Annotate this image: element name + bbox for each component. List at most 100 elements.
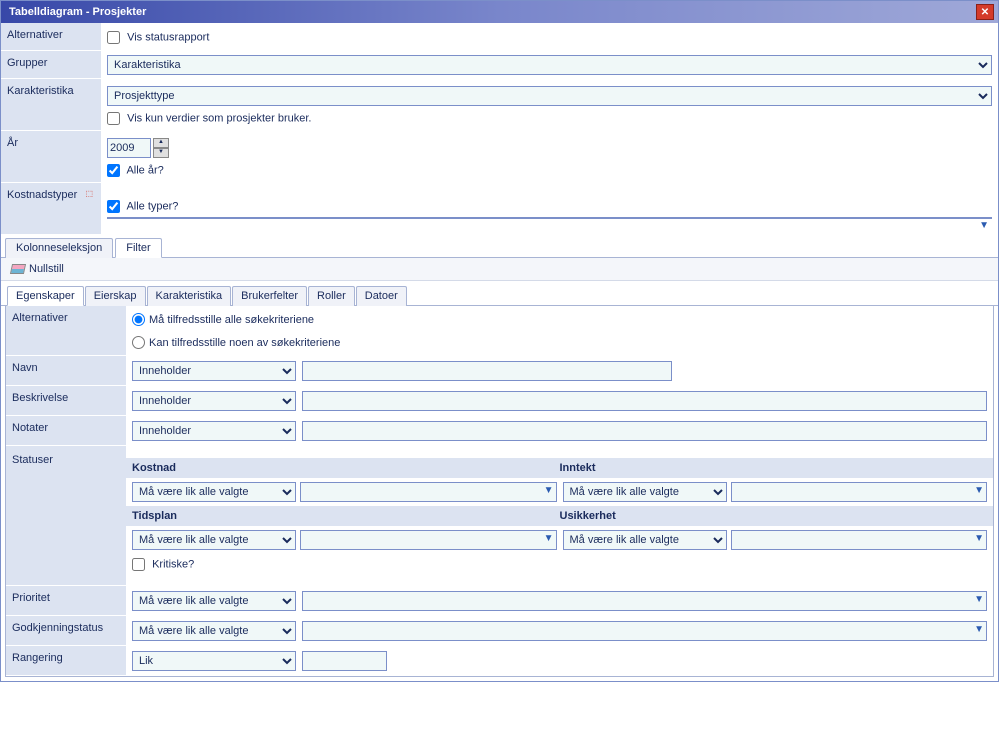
filter-row-statuser: Statuser Kostnad Inntekt Må være lik all… <box>6 446 993 586</box>
filter-label-rangering: Rangering <box>6 646 126 676</box>
prioritet-op-select[interactable]: Må være lik alle valgte <box>132 591 296 611</box>
status-header-1: Kostnad Inntekt <box>126 458 993 478</box>
navn-op-select[interactable]: Inneholder <box>132 361 296 381</box>
filter-toolbar: Nullstill <box>1 258 998 281</box>
chevron-down-icon: ▼ <box>974 533 984 544</box>
filter-label-alternativer: Alternativer <box>6 306 126 356</box>
notater-input[interactable] <box>302 421 987 441</box>
beskrivelse-op-select[interactable]: Inneholder <box>132 391 296 411</box>
label-alternativer: Alternativer <box>1 23 101 51</box>
kritiske-checkbox[interactable] <box>132 558 145 571</box>
filter-label-navn: Navn <box>6 356 126 386</box>
kritiske-label[interactable]: Kritiske? <box>132 558 194 571</box>
label-kostnadstyper: Kostnadstyper ⬚ <box>1 183 101 235</box>
chevron-down-icon: ▼ <box>544 485 554 496</box>
usikkerhet-value-dropdown[interactable]: ▼ <box>731 530 988 550</box>
alle-aar-label[interactable]: Alle år? <box>107 164 164 177</box>
kostnad-op-select[interactable]: Må være lik alle valgte <box>132 482 296 502</box>
tab-kolonneseleksjon[interactable]: Kolonneseleksjon <box>5 238 113 258</box>
radio-noen-label[interactable]: Kan tilfredsstille noen av søkekriterien… <box>132 336 340 349</box>
filter-label-notater: Notater <box>6 416 126 446</box>
close-button[interactable]: ✕ <box>976 4 994 20</box>
filter-row-beskrivelse: Beskrivelse Inneholder <box>6 386 993 416</box>
filter-panel: Alternativer Må tilfredsstille alle søke… <box>5 306 994 677</box>
titlebar: Tabelldiagram - Prosjekter ✕ <box>1 1 998 23</box>
radio-alle-label[interactable]: Må tilfredsstille alle søkekriteriene <box>132 313 314 326</box>
subtab-datoer[interactable]: Datoer <box>356 286 407 306</box>
filter-row-godkjenning: Godkjenningstatus Må være lik alle valgt… <box>6 616 993 646</box>
eraser-icon <box>10 264 26 274</box>
navn-input[interactable] <box>302 361 672 381</box>
filter-label-beskrivelse: Beskrivelse <box>6 386 126 416</box>
status-col-usikkerhet: Usikkerhet <box>560 510 988 522</box>
subtab-eierskap[interactable]: Eierskap <box>85 286 146 306</box>
inntekt-value-dropdown[interactable]: ▼ <box>731 482 988 502</box>
tab-filter[interactable]: Filter <box>115 238 161 258</box>
prioritet-value-dropdown[interactable]: ▼ <box>302 591 987 611</box>
filter-row-prioritet: Prioritet Må være lik alle valgte ▼ <box>6 586 993 616</box>
filter-label-godkjenning: Godkjenningstatus <box>6 616 126 646</box>
row-aar: År ▲ ▼ Alle år? <box>1 131 998 183</box>
chevron-down-icon: ▼ <box>544 533 554 544</box>
rangering-input[interactable] <box>302 651 387 671</box>
notater-op-select[interactable]: Inneholder <box>132 421 296 441</box>
chevron-down-icon: ▼ <box>974 594 984 605</box>
subtab-roller[interactable]: Roller <box>308 286 355 306</box>
filter-row-notater: Notater Inneholder <box>6 416 993 446</box>
tidsplan-value-dropdown[interactable]: ▼ <box>300 530 557 550</box>
aar-spin-up[interactable]: ▲ <box>153 138 169 148</box>
required-marker-icon: ⬚ <box>85 189 93 198</box>
nullstill-button[interactable]: Nullstill <box>7 261 68 277</box>
label-karakteristika: Karakteristika <box>1 79 101 131</box>
subtab-egenskaper[interactable]: Egenskaper <box>7 286 84 306</box>
tidsplan-op-select[interactable]: Må være lik alle valgte <box>132 530 296 550</box>
inntekt-op-select[interactable]: Må være lik alle valgte <box>563 482 727 502</box>
vis-statusrapport-checkbox[interactable] <box>107 31 120 44</box>
kostnadstyper-dropdown[interactable]: ▼ <box>107 217 992 219</box>
aar-spin-down[interactable]: ▼ <box>153 148 169 158</box>
row-grupper: Grupper Karakteristika <box>1 51 998 79</box>
label-aar: År <box>1 131 101 183</box>
subtab-brukerfelter[interactable]: Brukerfelter <box>232 286 307 306</box>
chevron-down-icon: ▼ <box>974 485 984 496</box>
status-col-tidsplan: Tidsplan <box>132 510 560 522</box>
filter-label-statuser: Statuser <box>6 446 126 586</box>
filter-sub-tabs: Egenskaper Eierskap Karakteristika Bruke… <box>1 285 998 306</box>
kostnad-value-dropdown[interactable]: ▼ <box>300 482 557 502</box>
rangering-op-select[interactable]: Lik <box>132 651 296 671</box>
window-title: Tabelldiagram - Prosjekter <box>5 6 146 18</box>
alle-typer-label[interactable]: Alle typer? <box>107 200 992 213</box>
chevron-down-icon: ▼ <box>979 220 989 231</box>
form-body: Alternativer Vis statusrapport Grupper K… <box>1 23 998 677</box>
alle-aar-checkbox[interactable] <box>107 164 120 177</box>
godkjenning-value-dropdown[interactable]: ▼ <box>302 621 987 641</box>
row-karakteristika: Karakteristika Prosjekttype Vis kun verd… <box>1 79 998 131</box>
subtab-karakteristika[interactable]: Karakteristika <box>147 286 232 306</box>
main-tabs: Kolonneseleksjon Filter <box>1 237 998 258</box>
aar-spinner: ▲ ▼ <box>153 138 169 158</box>
main-window: Tabelldiagram - Prosjekter ✕ Alternative… <box>0 0 999 682</box>
usikkerhet-op-select[interactable]: Må være lik alle valgte <box>563 530 727 550</box>
aar-input[interactable] <box>107 138 151 158</box>
grupper-select[interactable]: Karakteristika <box>107 55 992 75</box>
status-header-2: Tidsplan Usikkerhet <box>126 506 993 526</box>
alle-typer-checkbox[interactable] <box>107 200 120 213</box>
filter-row-alternativer: Alternativer Må tilfredsstille alle søke… <box>6 306 993 356</box>
radio-alle[interactable] <box>132 313 145 326</box>
filter-row-rangering: Rangering Lik <box>6 646 993 676</box>
vis-kun-checkbox[interactable] <box>107 112 120 125</box>
radio-noen[interactable] <box>132 336 145 349</box>
close-icon: ✕ <box>981 7 989 18</box>
row-kostnadstyper: Kostnadstyper ⬚ Alle typer? ▼ <box>1 183 998 235</box>
vis-kun-label[interactable]: Vis kun verdier som prosjekter bruker. <box>107 112 992 125</box>
label-grupper: Grupper <box>1 51 101 79</box>
beskrivelse-input[interactable] <box>302 391 987 411</box>
status-col-inntekt: Inntekt <box>560 462 988 474</box>
row-alternativer: Alternativer Vis statusrapport <box>1 23 998 51</box>
filter-row-navn: Navn Inneholder <box>6 356 993 386</box>
status-col-kostnad: Kostnad <box>132 462 560 474</box>
karakteristika-select[interactable]: Prosjekttype <box>107 86 992 106</box>
filter-label-prioritet: Prioritet <box>6 586 126 616</box>
godkjenning-op-select[interactable]: Må være lik alle valgte <box>132 621 296 641</box>
vis-statusrapport-label[interactable]: Vis statusrapport <box>107 31 209 44</box>
